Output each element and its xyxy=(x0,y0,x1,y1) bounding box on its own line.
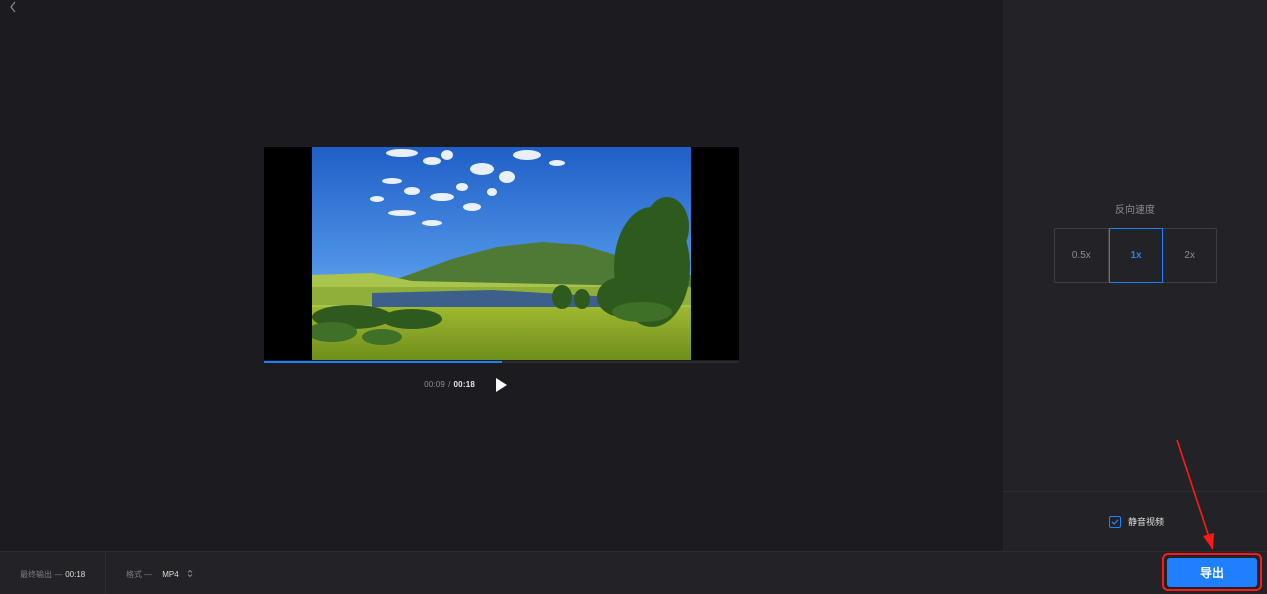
current-time: 00:09 xyxy=(424,380,446,389)
speed-option-2x[interactable]: 2x xyxy=(1163,229,1216,282)
video-preview xyxy=(312,147,691,360)
output-label: 最终输出 — xyxy=(20,570,63,579)
speed-option-1x[interactable]: 1x xyxy=(1108,228,1164,283)
divider xyxy=(105,552,106,594)
export-button[interactable]: 导出 xyxy=(1167,558,1257,587)
editor-main-area: 00:09/00:18 xyxy=(0,0,1003,551)
bottom-bar: 最终输出 —00:18 格式 — MP4 xyxy=(0,551,1267,594)
time-separator: / xyxy=(448,380,451,389)
speed-selector: 0.5x 1x 2x xyxy=(1054,228,1217,283)
progress-fill xyxy=(264,361,502,363)
updown-arrows-icon xyxy=(187,569,193,580)
mute-checkbox[interactable] xyxy=(1109,515,1121,528)
chevron-left-icon xyxy=(10,1,16,13)
mute-label: 静音视频 xyxy=(1128,517,1165,527)
settings-panel: 反向速度 0.5x 1x 2x 静音视频 xyxy=(1003,0,1267,551)
divider xyxy=(1003,491,1267,492)
play-button[interactable] xyxy=(494,377,510,393)
play-icon xyxy=(496,378,507,392)
format-label: 格式 — xyxy=(126,570,153,579)
format-select[interactable]: 格式 — MP4 xyxy=(126,569,193,580)
format-value: MP4 xyxy=(162,570,179,579)
total-time: 00:18 xyxy=(453,380,475,389)
mute-video-toggle[interactable]: 静音视频 xyxy=(1109,515,1164,528)
speed-label: 反向速度 xyxy=(1115,205,1155,216)
output-duration: 最终输出 —00:18 xyxy=(20,569,85,580)
speed-option-0-5x[interactable]: 0.5x xyxy=(1055,229,1109,282)
progress-bar[interactable] xyxy=(264,361,739,363)
back-button[interactable] xyxy=(8,0,24,16)
video-player[interactable] xyxy=(264,147,739,360)
output-value: 00:18 xyxy=(65,570,86,579)
time-display: 00:09/00:18 xyxy=(424,380,475,389)
check-icon xyxy=(1111,518,1119,525)
